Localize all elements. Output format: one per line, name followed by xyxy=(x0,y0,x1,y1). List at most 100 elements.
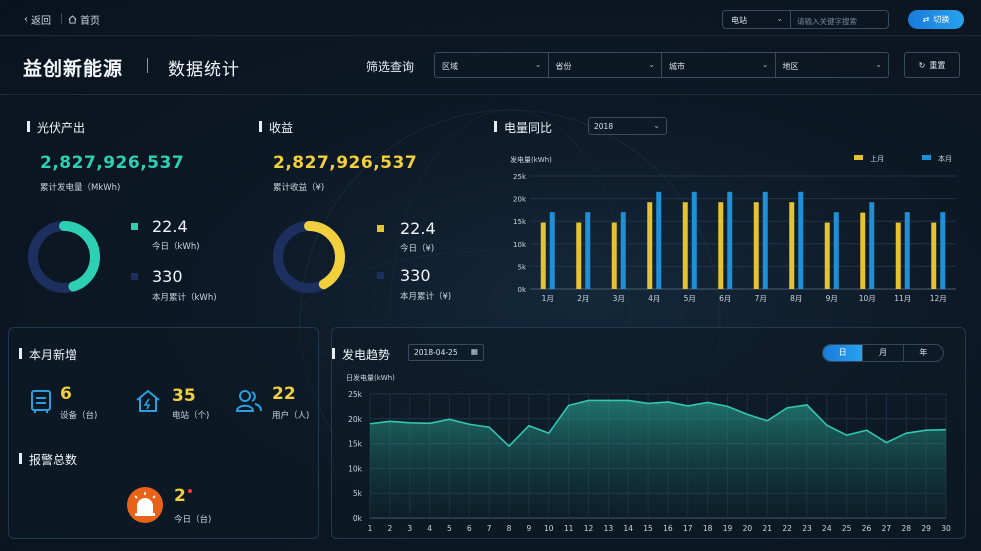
filter-district-label: 地区 xyxy=(782,62,799,71)
chevron-left-icon: ‹ xyxy=(24,14,28,25)
bar-xtick-label: 2月 xyxy=(577,294,589,303)
period-tabs: 日 月 年 xyxy=(822,344,944,362)
switch-button[interactable]: ⇄ 切换 xyxy=(908,10,964,29)
back-label: 返回 xyxy=(31,16,51,27)
power-compare-bar-chart: 发电量(kWh) 0k 5k 10k 15k 20k 25k 上月 本月 1月 2月 3月 4月 5月 6月… xyxy=(510,154,956,303)
users-icon xyxy=(235,390,262,412)
compare-title: 电量同比 xyxy=(494,119,552,136)
area-fill xyxy=(370,400,946,518)
home-link[interactable]: 首页 xyxy=(68,12,100,27)
bar xyxy=(798,191,804,289)
monthly-station-label: 电站（个) xyxy=(172,411,210,421)
area-xtick-label: 6 xyxy=(467,524,472,533)
brand-divider xyxy=(147,58,148,73)
revenue-today-legend xyxy=(377,225,384,232)
area-xtick-label: 30 xyxy=(941,524,951,533)
bar-ytick-label: 15k xyxy=(513,218,527,226)
area-ytick-label: 25k xyxy=(348,390,363,399)
tab-day[interactable]: 日 xyxy=(823,345,864,361)
date-picker[interactable]: 2018-04-25 ▦ xyxy=(408,344,484,361)
pv-today-value: 22.4 xyxy=(152,217,188,236)
bar xyxy=(682,202,688,289)
monthly-station-value: 35 xyxy=(172,386,196,406)
bar-legend-label: 上月 xyxy=(870,154,884,163)
bar-ytick-label: 5k xyxy=(517,263,526,271)
chevron-down-icon: ⌄ xyxy=(648,60,655,69)
reset-button[interactable]: ↻ 重置 xyxy=(904,52,960,78)
bar xyxy=(540,222,546,289)
pv-donut-chart xyxy=(28,221,100,293)
switch-label: 切换 xyxy=(933,15,950,24)
bar-chart-ylabel: 发电量(kWh) xyxy=(510,155,552,164)
bar xyxy=(718,202,724,289)
area-xtick-label: 20 xyxy=(743,524,753,533)
revenue-month-legend xyxy=(377,272,384,279)
bar-xtick-label: 4月 xyxy=(648,294,660,303)
tab-month[interactable]: 月 xyxy=(863,345,904,361)
calendar-icon: ▦ xyxy=(470,347,478,356)
area-xtick-label: 12 xyxy=(584,524,594,533)
chevron-down-icon: ⌄ xyxy=(653,121,660,130)
bar xyxy=(904,212,910,289)
bar xyxy=(727,191,733,289)
bar xyxy=(789,202,795,289)
bar xyxy=(549,212,555,289)
bar-legend-swatch xyxy=(922,155,931,160)
home-label: 首页 xyxy=(80,16,100,27)
area-xtick-label: 19 xyxy=(723,524,733,533)
search-type-select[interactable]: 电站 ⌄ xyxy=(723,11,791,28)
bar-xtick-label: 8月 xyxy=(790,294,802,303)
filter-bar: 区域 ⌄ 省份 ⌄ 城市 ⌄ 地区 ⌄ xyxy=(434,52,889,78)
pv-month-label: 本月累计（kWh) xyxy=(152,293,217,303)
bar xyxy=(931,222,937,289)
monthly-device-value: 6 xyxy=(60,384,72,404)
revenue-today-value: 22.4 xyxy=(400,219,436,238)
filter-district-select[interactable]: 地区 ⌄ xyxy=(776,53,889,77)
area-xtick-label: 11 xyxy=(564,524,574,533)
area-xtick-label: 28 xyxy=(902,524,912,533)
pv-month-legend xyxy=(131,273,138,280)
station-icon xyxy=(136,389,160,412)
area-xtick-label: 26 xyxy=(862,524,872,533)
search-input[interactable]: 请输入关键字搜索 xyxy=(791,11,888,28)
bar xyxy=(753,202,759,289)
filter-city-select[interactable]: 城市 ⌄ xyxy=(662,53,776,77)
area-xtick-label: 24 xyxy=(822,524,832,533)
search-box: 电站 ⌄ 请输入关键字搜索 xyxy=(722,10,889,29)
alarm-value: 2 xyxy=(174,486,186,506)
alarm-icon xyxy=(127,487,163,523)
year-select[interactable]: 2018 ⌄ xyxy=(588,117,667,135)
revenue-month-value: 330 xyxy=(400,266,431,285)
area-xtick-label: 2 xyxy=(387,524,392,533)
top-nav: ‹ 返回 首页 电站 ⌄ 请输入关键字搜索 ⇄ 切换 xyxy=(0,0,981,36)
bar xyxy=(620,212,626,289)
dashboard-frame: ‹ 返回 首页 电站 ⌄ 请输入关键字搜索 ⇄ 切换 益创新能源 数据统计 筛选… xyxy=(0,0,981,551)
bar xyxy=(824,222,830,289)
bar xyxy=(611,222,617,289)
area-ytick-label: 10k xyxy=(348,464,363,473)
bar xyxy=(860,212,866,289)
pv-total-value: 2,827,926,537 xyxy=(40,153,185,173)
filter-region-select[interactable]: 区域 ⌄ xyxy=(435,53,549,77)
bar-ytick-label: 10k xyxy=(513,241,527,249)
area-xtick-label: 21 xyxy=(762,524,772,533)
filter-region-label: 区域 xyxy=(442,62,458,71)
back-link[interactable]: ‹ 返回 xyxy=(24,12,51,27)
monthly-user-label: 用户（人) xyxy=(272,411,310,421)
area-xtick-label: 14 xyxy=(623,524,633,533)
area-xtick-label: 7 xyxy=(487,524,492,533)
bar xyxy=(869,202,875,289)
alarm-dot xyxy=(188,489,192,493)
bar-legend-swatch xyxy=(854,155,863,160)
filter-province-select[interactable]: 省份 ⌄ xyxy=(549,53,662,77)
area-ytick-label: 0k xyxy=(353,514,363,523)
monthly-device-label: 设备（台) xyxy=(60,411,98,421)
area-xtick-label: 1 xyxy=(368,524,373,533)
bar xyxy=(762,191,768,289)
tab-year[interactable]: 年 xyxy=(904,345,943,361)
area-chart-ylabel: 日发电量(kWh) xyxy=(346,373,395,382)
bar-xtick-label: 6月 xyxy=(719,294,731,303)
bar-xtick-label: 1月 xyxy=(542,294,554,303)
bar-xtick-label: 11月 xyxy=(894,294,911,303)
bar xyxy=(585,212,591,289)
